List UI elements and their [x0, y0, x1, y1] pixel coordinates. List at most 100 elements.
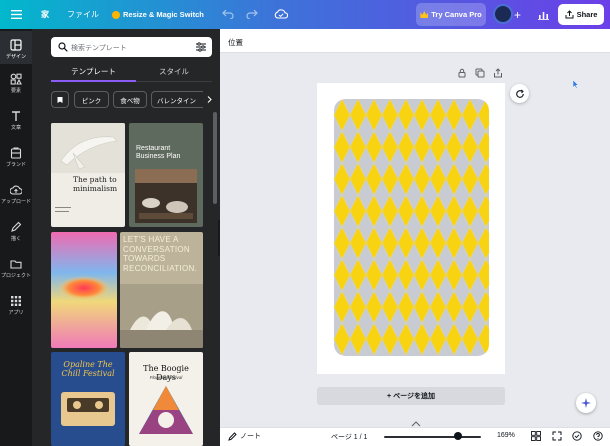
draw-icon — [11, 221, 22, 232]
chip-pink[interactable]: ピンク — [74, 91, 109, 108]
sparkle-icon — [112, 10, 120, 19]
rail-item-draw[interactable]: 描く — [0, 221, 32, 242]
filter-icon[interactable] — [196, 42, 206, 52]
notes-button[interactable]: ノート — [228, 431, 261, 441]
template-card-gradient[interactable] — [51, 232, 117, 348]
check-circle-icon[interactable] — [572, 431, 582, 441]
panel-scrollbar[interactable] — [213, 112, 217, 204]
fullscreen-icon[interactable] — [552, 431, 562, 441]
restaurant-photo — [135, 169, 197, 223]
text-line — [55, 211, 69, 212]
opera-house-photo — [120, 284, 203, 348]
zoom-slider[interactable] — [384, 436, 481, 438]
share-page-icon[interactable] — [493, 68, 503, 78]
resize-magic-switch-button[interactable]: Resize & Magic Switch — [112, 0, 204, 29]
chips-next-button[interactable] — [203, 91, 215, 108]
try-canva-pro-button[interactable]: Try Canva Pro — [416, 3, 486, 26]
rail-item-upload[interactable]: アップロード — [0, 184, 32, 205]
menu-icon[interactable] — [9, 7, 24, 22]
text-icon — [12, 111, 20, 121]
folder-icon — [10, 260, 22, 269]
search-icon — [58, 42, 68, 52]
apps-icon — [11, 296, 21, 306]
rail-label: 要素 — [10, 88, 21, 94]
context-toolbar — [220, 29, 610, 53]
template-card-boogie[interactable]: The Boogie Days Flowers Festival — [129, 352, 203, 446]
chip-valentine-label: バレンタイン — [157, 97, 196, 105]
layout-icon — [10, 39, 22, 51]
rail-item-projects[interactable]: プロジェクト — [0, 258, 32, 279]
magic-assistant-button[interactable] — [576, 393, 596, 413]
redo-icon[interactable] — [246, 8, 258, 20]
rail-label: プロジェクト — [0, 273, 31, 279]
rail-label: アップロード — [0, 199, 31, 205]
notes-icon — [228, 431, 237, 441]
tab-styles[interactable]: スタイル — [134, 66, 214, 77]
chevron-right-icon — [207, 96, 212, 103]
bookmark-icon — [57, 96, 63, 103]
undo-icon[interactable] — [222, 8, 234, 20]
rail-label: 文章 — [10, 125, 21, 131]
add-collaborator-icon[interactable]: + — [511, 8, 524, 22]
duplicate-icon[interactable] — [475, 68, 485, 78]
template-subtitle: Flowers Festival — [149, 375, 183, 380]
lock-icon[interactable] — [457, 68, 467, 78]
template-card-minimalism[interactable]: The path to minimalism — [51, 123, 125, 227]
chip-valentine[interactable]: バレンタイン — [151, 91, 209, 108]
try-pro-label: Try Canva Pro — [431, 10, 482, 19]
rail-item-apps[interactable]: アプリ — [0, 295, 32, 316]
sparkle-icon — [581, 398, 591, 408]
zoom-value[interactable]: 169% — [497, 432, 515, 439]
prism-artwork — [139, 386, 193, 434]
rail-item-elements[interactable]: 要素 — [0, 73, 32, 94]
avatar[interactable] — [493, 4, 513, 24]
home-button[interactable]: 家 — [38, 7, 52, 22]
crown-icon — [420, 11, 429, 18]
brand-icon — [10, 147, 22, 159]
template-card-conversation[interactable]: LET'S HAVE A CONVERSATION TOWARDS RECONC… — [120, 232, 203, 348]
refresh-button[interactable] — [510, 84, 529, 103]
cassette-artwork — [61, 392, 115, 426]
resize-label: Resize & Magic Switch — [123, 10, 204, 19]
insights-chart-icon[interactable] — [537, 8, 550, 21]
file-menu[interactable]: ファイル — [67, 0, 99, 29]
template-title: Opaline The Chill Festival — [61, 360, 115, 378]
template-title: LET'S HAVE A CONVERSATION TOWARDS RECONC… — [123, 235, 198, 273]
mouse-cursor-icon — [573, 80, 579, 89]
share-button[interactable]: Share — [558, 4, 604, 25]
template-title: The path to minimalism — [73, 175, 118, 193]
zoom-slider-handle[interactable] — [454, 432, 462, 440]
position-button[interactable]: 位置 — [228, 37, 243, 48]
active-tab-indicator — [51, 80, 136, 82]
rail-label: ブランド — [5, 162, 26, 168]
notes-label: ノート — [240, 433, 261, 440]
tab-templates[interactable]: テンプレート — [51, 66, 136, 77]
refresh-icon — [515, 89, 524, 98]
rail-item-text[interactable]: 文章 — [0, 110, 32, 131]
rail-item-design[interactable]: デザイン — [0, 31, 32, 64]
chip-food[interactable]: 食べ物 — [113, 91, 147, 108]
argyle-pattern-card[interactable] — [334, 99, 489, 356]
text-line — [55, 207, 71, 208]
share-icon — [565, 10, 574, 19]
template-title: Restaurant Business Plan — [136, 145, 181, 160]
help-icon[interactable] — [593, 431, 603, 441]
search-input[interactable]: 検索テンプレート — [51, 37, 212, 57]
chevron-up-icon[interactable] — [411, 421, 421, 427]
template-card-opaline[interactable]: Opaline The Chill Festival — [51, 352, 125, 446]
template-card-restaurant[interactable]: Restaurant Business Plan — [129, 123, 203, 227]
grid-view-icon[interactable] — [531, 431, 541, 441]
upload-icon — [10, 185, 22, 195]
cloud-save-icon[interactable] — [274, 8, 288, 20]
gradient-artwork — [51, 232, 117, 348]
search-placeholder: 検索テンプレート — [71, 45, 127, 52]
rail-item-brand[interactable]: ブランド — [0, 147, 32, 168]
add-page-button[interactable]: + ページを追加 — [317, 387, 505, 405]
rail-label: デザイン — [5, 54, 26, 60]
rail-label: アプリ — [8, 310, 24, 316]
elements-icon — [10, 73, 22, 85]
page-count[interactable]: ページ 1 / 1 — [331, 432, 367, 442]
share-label: Share — [576, 10, 598, 19]
chip-saved[interactable] — [51, 91, 69, 108]
rail-label: 描く — [10, 236, 21, 242]
